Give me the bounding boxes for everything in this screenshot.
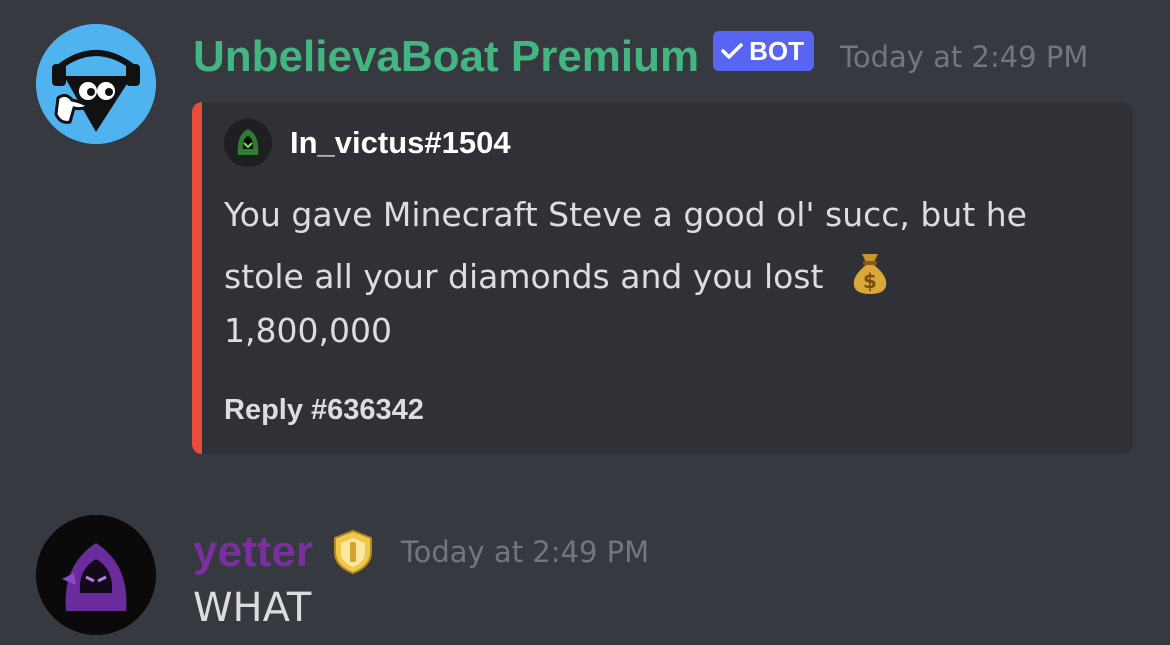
embed-footer: Reply #636342 — [224, 394, 424, 426]
hooded-assassin-icon — [36, 515, 156, 635]
bot-avatar[interactable] — [36, 24, 156, 144]
author-avatar — [224, 119, 272, 167]
user-avatar[interactable] — [36, 515, 156, 635]
embed-accent-bar — [192, 102, 202, 454]
message-timestamp: Today at 2:49 PM — [840, 40, 1089, 74]
hooded-figure-icon — [224, 119, 272, 167]
bot-tag-label: BOT — [749, 35, 805, 66]
user-username[interactable]: yetter — [193, 527, 313, 577]
embed-description-line: stole all your diamonds and you lost $ — [224, 246, 1104, 308]
embed-description-text: stole all your diamonds and you lost — [224, 257, 824, 296]
money-bag-icon: $ — [853, 254, 887, 294]
bot-username[interactable]: UnbelievaBoat Premium — [193, 32, 699, 82]
svg-text:$: $ — [863, 269, 877, 293]
shield-badge-icon — [333, 529, 372, 575]
message-timestamp: Today at 2:49 PM — [400, 535, 650, 569]
embed-description: You gave Minecraft Steve a good ol' succ… — [224, 184, 1104, 360]
checkmark-icon — [721, 43, 743, 59]
embed-author-name[interactable]: In_victus#1504 — [290, 125, 511, 161]
triangle-face-icon — [36, 24, 156, 144]
embed-description-line: 1,800,000 — [224, 311, 392, 350]
embed-description-line: You gave Minecraft Steve a good ol' succ… — [224, 195, 1027, 234]
bot-tag: BOT — [713, 31, 815, 71]
embed: In_victus#1504 You gave Minecraft Steve … — [192, 102, 1133, 454]
message-text: WHAT — [193, 585, 312, 631]
embed-author: In_victus#1504 — [224, 119, 511, 167]
